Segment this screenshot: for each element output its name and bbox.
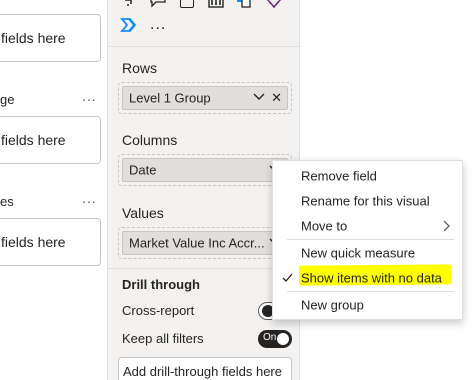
keep-all-filters-toggle[interactable]: On [258, 330, 292, 348]
menu-item-move-to[interactable]: Move to [273, 213, 462, 238]
keep-all-filters-label: Keep all filters [122, 331, 204, 346]
filter-drop-zone-3[interactable]: fields here [0, 218, 101, 266]
drop-zone-text: fields here [1, 234, 66, 250]
menu-item-new-group[interactable]: New group [273, 292, 462, 317]
rows-field-name: Level 1 Group [129, 90, 211, 106]
rows-field-pill[interactable]: Level 1 Group ✕ [122, 86, 288, 110]
filter-drop-zone-2[interactable]: fields here [0, 116, 101, 164]
filter-card-label: es [0, 194, 14, 209]
drill-through-drop-text: Add drill-through fields here [123, 364, 282, 379]
checkmark-icon [282, 271, 293, 286]
menu-item-new-quick-measure[interactable]: New quick measure [273, 240, 462, 265]
columns-field-name: Date [129, 162, 157, 178]
values-field-name: Market Value Inc Accr... [129, 235, 265, 251]
cross-report-label: Cross-report [122, 303, 195, 318]
drill-through-drop-zone[interactable]: Add drill-through fields here [118, 357, 292, 380]
columns-field-pill[interactable]: Date [122, 158, 288, 182]
more-options-icon[interactable]: ... [82, 88, 97, 104]
rows-well[interactable]: Level 1 Group ✕ [118, 82, 292, 114]
values-label: Values [122, 205, 164, 221]
comment-icon[interactable] [150, 0, 166, 8]
divider [108, 268, 299, 269]
menu-item-show-items-with-no-data[interactable]: Show items with no data [273, 265, 462, 290]
values-field-pill[interactable]: Market Value Inc Accr... [122, 231, 288, 255]
drop-zone-text: fields here [1, 30, 66, 46]
card-icon[interactable] [180, 0, 194, 8]
field-context-menu: Remove field Rename for this visual Move… [272, 160, 463, 320]
values-well[interactable]: Market Value Inc Accr... [118, 227, 292, 259]
toggle-state-text: On [263, 332, 277, 343]
drill-through-label: Drill through [122, 277, 200, 292]
rows-label: Rows [122, 60, 158, 76]
divider [108, 46, 299, 47]
menu-item-rename-for-visual[interactable]: Rename for this visual [273, 188, 462, 213]
filter-card-label: ge [0, 92, 15, 107]
power-apps-icon[interactable] [266, 0, 282, 9]
python-visual-icon[interactable] [236, 0, 252, 8]
menu-item-remove-field[interactable]: Remove field [273, 163, 462, 188]
funnel-chart-icon[interactable] [122, 0, 134, 8]
filter-drop-zone-1[interactable]: fields here [0, 14, 101, 62]
power-automate-icon[interactable] [120, 16, 140, 34]
columns-well[interactable]: Date [118, 154, 292, 186]
table-icon[interactable] [208, 0, 224, 8]
more-visuals-icon[interactable]: ... [150, 16, 166, 34]
filters-pane: fields here ge ... fields here es ... fi… [0, 0, 108, 380]
more-options-icon[interactable]: ... [82, 190, 97, 206]
drop-zone-text: fields here [1, 132, 66, 148]
remove-field-icon[interactable]: ✕ [271, 90, 282, 106]
columns-label: Columns [122, 132, 178, 148]
chevron-right-icon [443, 220, 450, 235]
chevron-down-icon[interactable] [253, 92, 265, 104]
